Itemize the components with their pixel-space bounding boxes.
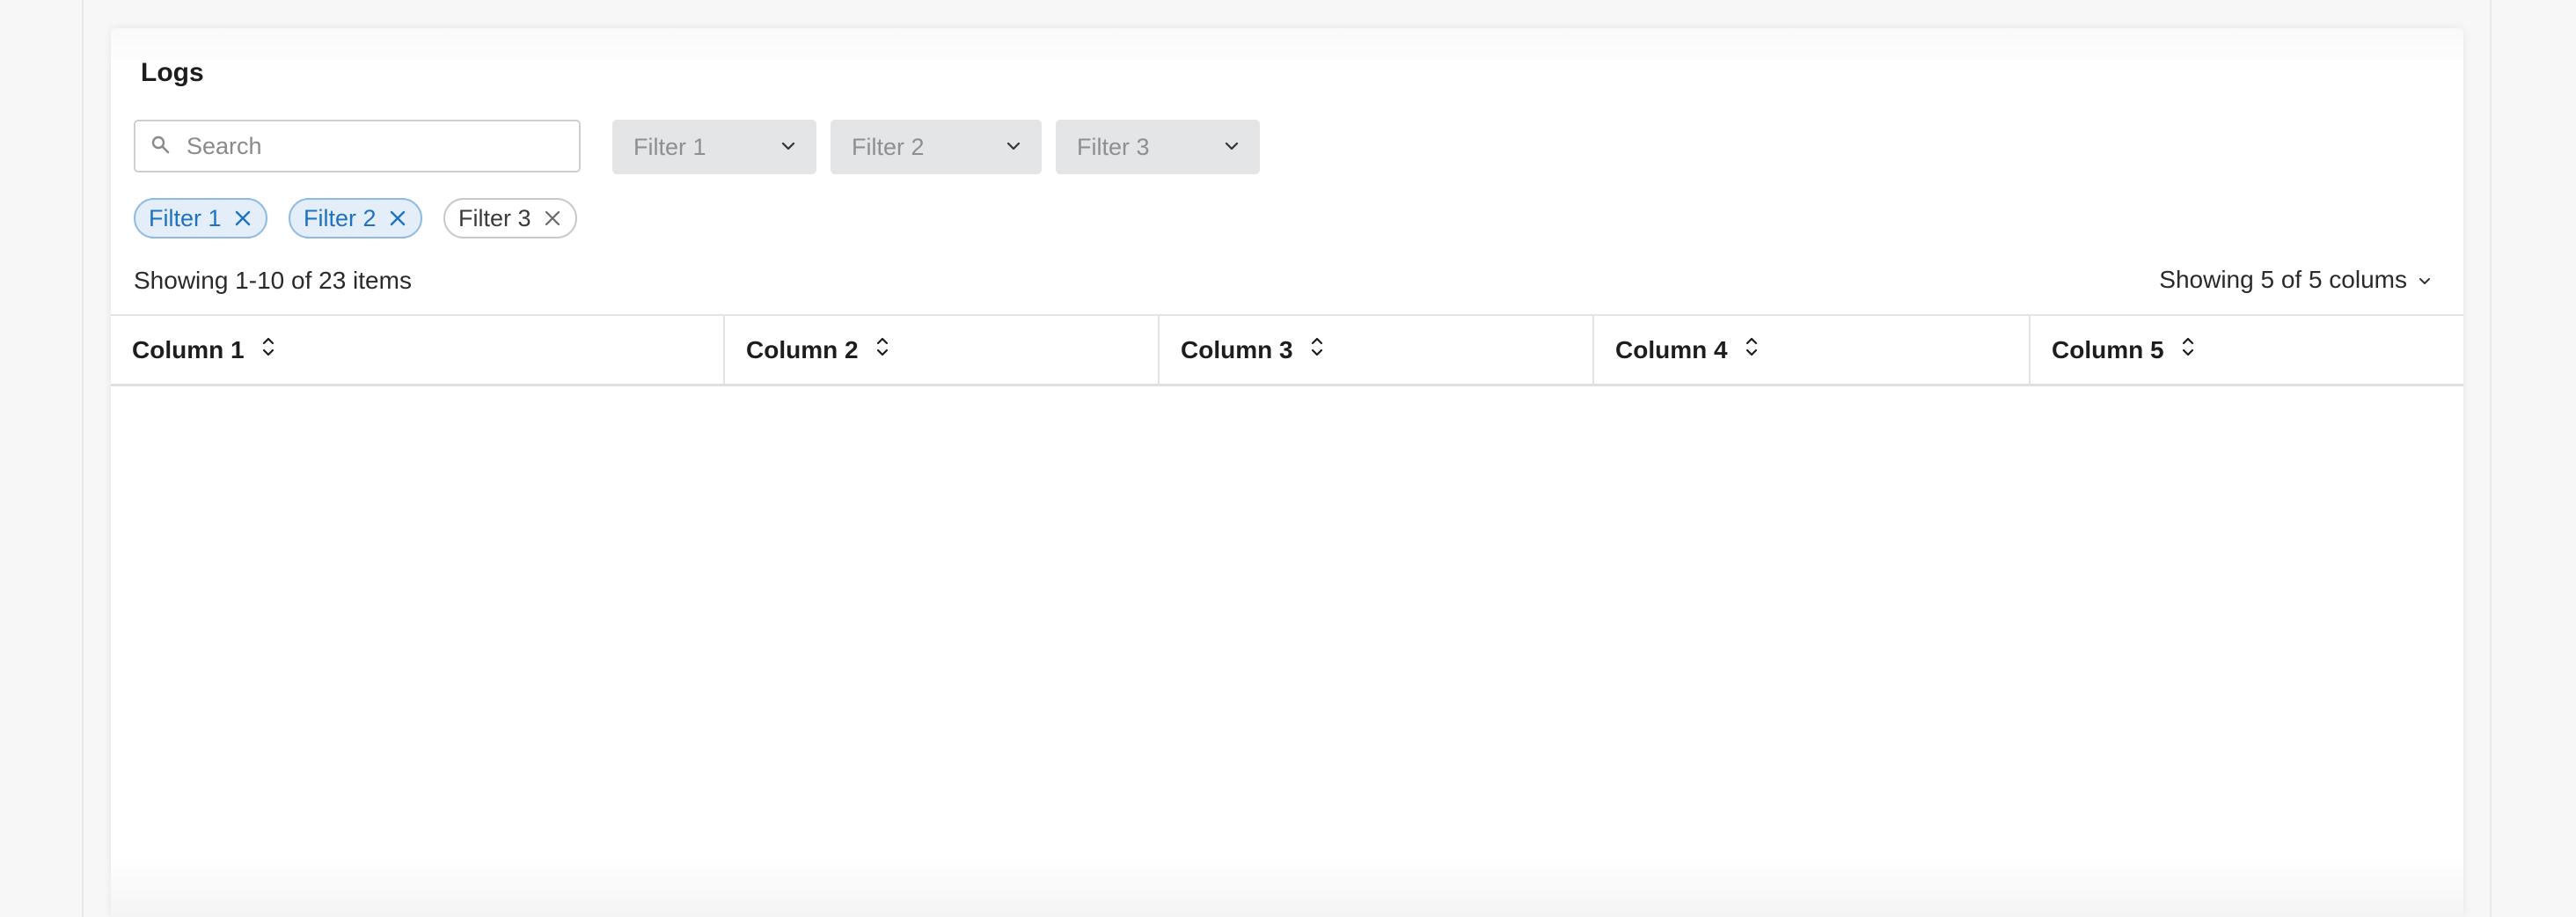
filter-3-dropdown[interactable]: Filter 3 bbox=[1056, 120, 1260, 174]
filter-1-dropdown-label: Filter 1 bbox=[633, 133, 706, 160]
close-icon[interactable] bbox=[232, 208, 253, 229]
column-header-2[interactable]: Column 2 bbox=[723, 316, 1158, 384]
search-icon bbox=[150, 134, 171, 159]
sort-icon bbox=[2164, 334, 2198, 365]
page-edge-right bbox=[2490, 0, 2492, 917]
filter-chip-3: Filter 3 bbox=[443, 198, 577, 238]
filter-3-dropdown-label: Filter 3 bbox=[1077, 133, 1150, 160]
filter-2-dropdown-label: Filter 2 bbox=[852, 133, 925, 160]
table-body bbox=[111, 386, 2463, 917]
page-edge-left bbox=[82, 0, 84, 917]
table-header: Column 1 Column 2 Column 3 Column 4 Colu… bbox=[111, 314, 2463, 386]
logs-panel: Logs Filter 1 Filter 2 Filter 3 Filter 1… bbox=[111, 28, 2463, 917]
close-icon[interactable] bbox=[542, 208, 563, 229]
chevron-down-icon bbox=[2407, 266, 2432, 294]
filter-chip-label: Filter 3 bbox=[458, 204, 531, 231]
sort-icon bbox=[859, 334, 892, 365]
column-header-4[interactable]: Column 4 bbox=[1592, 316, 2029, 384]
chevron-down-icon bbox=[1223, 134, 1240, 161]
column-header-label: Column 2 bbox=[746, 335, 859, 363]
filter-1-dropdown[interactable]: Filter 1 bbox=[612, 120, 816, 174]
sort-icon bbox=[1293, 334, 1327, 365]
column-visibility-toggle[interactable]: Showing 5 of 5 colums bbox=[2159, 266, 2432, 294]
chevron-down-icon bbox=[1005, 134, 1022, 161]
column-header-label: Column 1 bbox=[132, 335, 245, 363]
filter-chip-label: Filter 2 bbox=[304, 204, 377, 231]
close-icon[interactable] bbox=[387, 208, 408, 229]
column-header-label: Column 5 bbox=[2052, 335, 2164, 363]
column-header-label: Column 3 bbox=[1181, 335, 1293, 363]
column-header-label: Column 4 bbox=[1615, 335, 1728, 363]
sort-icon bbox=[1728, 334, 1761, 365]
filter-chip-1: Filter 1 bbox=[134, 198, 267, 238]
sort-icon bbox=[245, 334, 278, 365]
panel-title: Logs bbox=[141, 58, 204, 87]
search-box[interactable] bbox=[134, 120, 581, 172]
column-header-3[interactable]: Column 3 bbox=[1158, 316, 1592, 384]
search-input[interactable] bbox=[187, 132, 538, 160]
column-header-1[interactable]: Column 1 bbox=[111, 316, 723, 384]
chevron-down-icon bbox=[779, 134, 797, 161]
column-visibility-label: Showing 5 of 5 colums bbox=[2159, 266, 2407, 293]
filter-chip-2: Filter 2 bbox=[289, 198, 422, 238]
filter-chip-label: Filter 1 bbox=[149, 204, 222, 231]
item-count-text: Showing 1-10 of 23 items bbox=[134, 267, 412, 294]
filter-2-dropdown[interactable]: Filter 2 bbox=[831, 120, 1042, 174]
column-header-5[interactable]: Column 5 bbox=[2029, 316, 2463, 384]
